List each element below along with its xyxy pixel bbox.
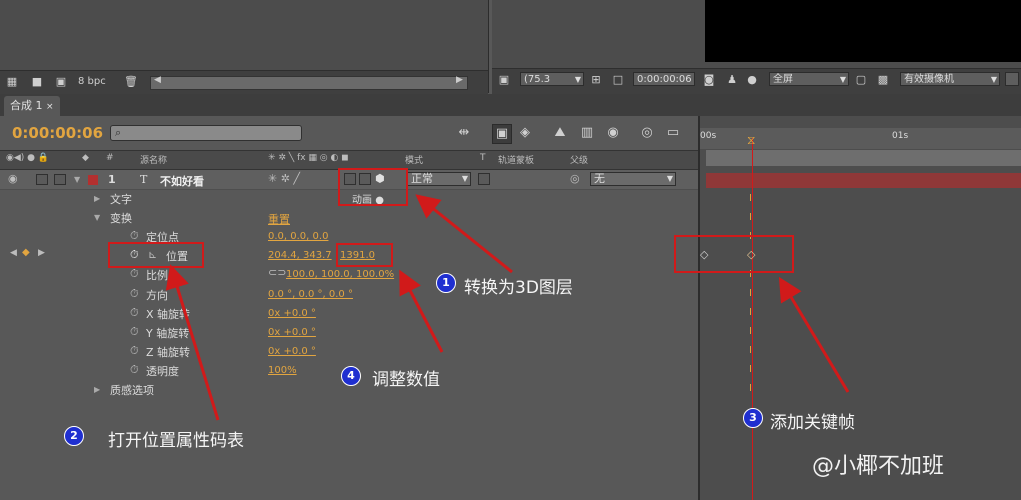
- arrow-1: [415, 194, 513, 274]
- annotation-number-3: 3: [743, 408, 763, 428]
- annotation-text-3: 添加关键帧: [770, 413, 855, 433]
- annotation-text-1: 转换为3D图层: [464, 278, 573, 298]
- annotation-text-2: 打开位置属性码表: [108, 431, 244, 451]
- annotation-number-4: 4: [341, 366, 361, 386]
- arrow-3: [778, 276, 850, 393]
- arrow-2: [165, 264, 220, 421]
- annotation-number-1: 1: [436, 273, 456, 293]
- annotation-number-2: 2: [64, 426, 84, 446]
- annotation-arrows: [165, 194, 850, 421]
- annotation-text-4: 调整数值: [372, 370, 440, 390]
- watermark: @小椰不加班: [812, 454, 945, 479]
